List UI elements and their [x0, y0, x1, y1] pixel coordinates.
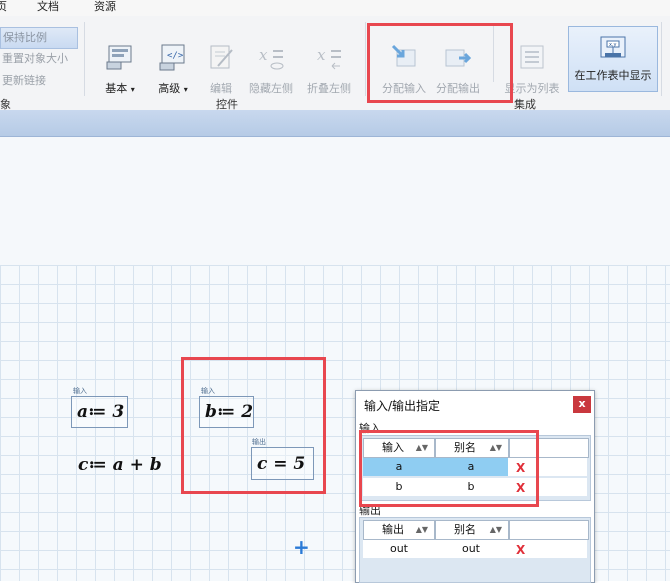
keep-ratio-button[interactable]: 保持比例	[0, 27, 78, 49]
expression-c-output: c = 5	[257, 454, 306, 474]
advanced-control-button[interactable]: </> 高级 ▾	[151, 42, 195, 96]
alias-column-header[interactable]: 别名 ▲▼	[435, 520, 509, 540]
assign-input-icon	[391, 44, 416, 67]
blank-column-header	[509, 438, 589, 458]
assign-output-button[interactable]: 分配输出	[435, 42, 481, 96]
collapse-left-icon: x	[317, 46, 341, 70]
ribbon: 保持比例 重置对象大小 更新链接 基本 ▾ </> 高级 ▾ 编辑 x 隐藏左侧…	[0, 16, 670, 111]
show-as-list-button[interactable]: 显示为列表	[503, 42, 561, 96]
output-name-cell: out	[389, 542, 408, 555]
input-column-header[interactable]: 输入 ▲▼	[363, 438, 435, 458]
input-name-cell: b	[395, 480, 403, 493]
math-region-a[interactable]: a≔ 3	[71, 396, 128, 428]
alias-cell[interactable]: b	[435, 478, 507, 496]
svg-text:</>: </>	[167, 51, 184, 61]
svg-text:x: x	[259, 46, 268, 64]
assign-input-button[interactable]: 分配输入	[381, 42, 427, 96]
svg-text:x: x	[317, 46, 326, 64]
alias-cell[interactable]: out	[435, 540, 507, 558]
advanced-control-icon: </>	[159, 44, 185, 71]
alias-cell[interactable]: a	[435, 458, 507, 476]
sort-icon: ▲▼	[415, 525, 428, 534]
delete-icon[interactable]: X	[516, 479, 525, 497]
show-in-worksheet-button[interactable]: x,y 在工作表中显示	[568, 26, 658, 92]
input-tag: 输入	[201, 387, 215, 395]
menu-item-page[interactable]: 页	[0, 0, 7, 14]
menu-bar: 页 文档 资源	[0, 0, 670, 17]
sort-icon: ▲▼	[489, 443, 502, 452]
blank-column-header	[509, 520, 589, 540]
input-section: 输入 ▲▼ 别名 ▲▼ a a X b b X	[359, 435, 591, 501]
io-assignment-dialog: 输入/输出指定 x 输入 输入 ▲▼ 别名 ▲▼ a a X b b X 输出 输出…	[355, 390, 595, 583]
reset-size-button[interactable]: 重置对象大小	[0, 49, 78, 69]
table-row[interactable]: a a X	[363, 458, 587, 476]
separator	[661, 22, 662, 96]
assign-output-icon	[445, 49, 472, 67]
expression-a: a≔ 3	[77, 402, 125, 422]
output-section-label: 输出	[359, 504, 381, 517]
delete-icon[interactable]: X	[516, 541, 525, 559]
edit-icon	[210, 45, 233, 69]
math-region-c-output[interactable]: c = 5	[251, 447, 314, 480]
insertion-crosshair-icon: +	[293, 535, 310, 559]
table-row[interactable]: out out X	[363, 540, 587, 558]
basic-control-icon	[106, 45, 132, 70]
expression-b: b≔ 2	[205, 402, 254, 422]
math-region-b[interactable]: b≔ 2	[199, 396, 254, 428]
output-tag: 输出	[252, 438, 266, 446]
menu-item-document[interactable]: 文档	[37, 0, 59, 14]
list-icon	[520, 45, 544, 69]
input-tag: 输入	[73, 387, 87, 395]
collapse-left-button[interactable]: x 折叠左侧	[306, 42, 352, 96]
input-section-label: 输入	[359, 422, 381, 435]
alias-column-header[interactable]: 别名 ▲▼	[435, 438, 509, 458]
input-name-cell: a	[395, 460, 403, 473]
edit-button[interactable]: 编辑	[204, 42, 238, 96]
update-link-button[interactable]: 更新链接	[0, 71, 78, 91]
dialog-title: 输入/输出指定	[364, 399, 441, 413]
separator	[365, 22, 366, 96]
worksheet-icon: x,y	[600, 36, 626, 58]
sort-icon: ▲▼	[415, 443, 428, 452]
sort-icon: ▲▼	[489, 525, 502, 534]
table-row[interactable]: b b X	[363, 478, 587, 496]
output-column-header[interactable]: 输出 ▲▼	[363, 520, 435, 540]
hide-left-button[interactable]: x 隐藏左侧	[248, 42, 294, 96]
expression-c-definition[interactable]: c≔ a + b	[78, 455, 162, 475]
output-section: 输出 ▲▼ 别名 ▲▼ out out X	[359, 517, 591, 583]
hide-left-icon: x	[259, 46, 284, 70]
basic-control-button[interactable]: 基本 ▾	[98, 42, 142, 96]
ribbon-footer-bar	[0, 110, 670, 137]
separator	[493, 26, 494, 82]
delete-icon[interactable]: X	[516, 459, 525, 477]
menu-item-resources[interactable]: 资源	[94, 0, 116, 14]
separator	[84, 22, 85, 96]
worksheet-margin	[0, 137, 670, 265]
close-button[interactable]: x	[573, 396, 591, 413]
